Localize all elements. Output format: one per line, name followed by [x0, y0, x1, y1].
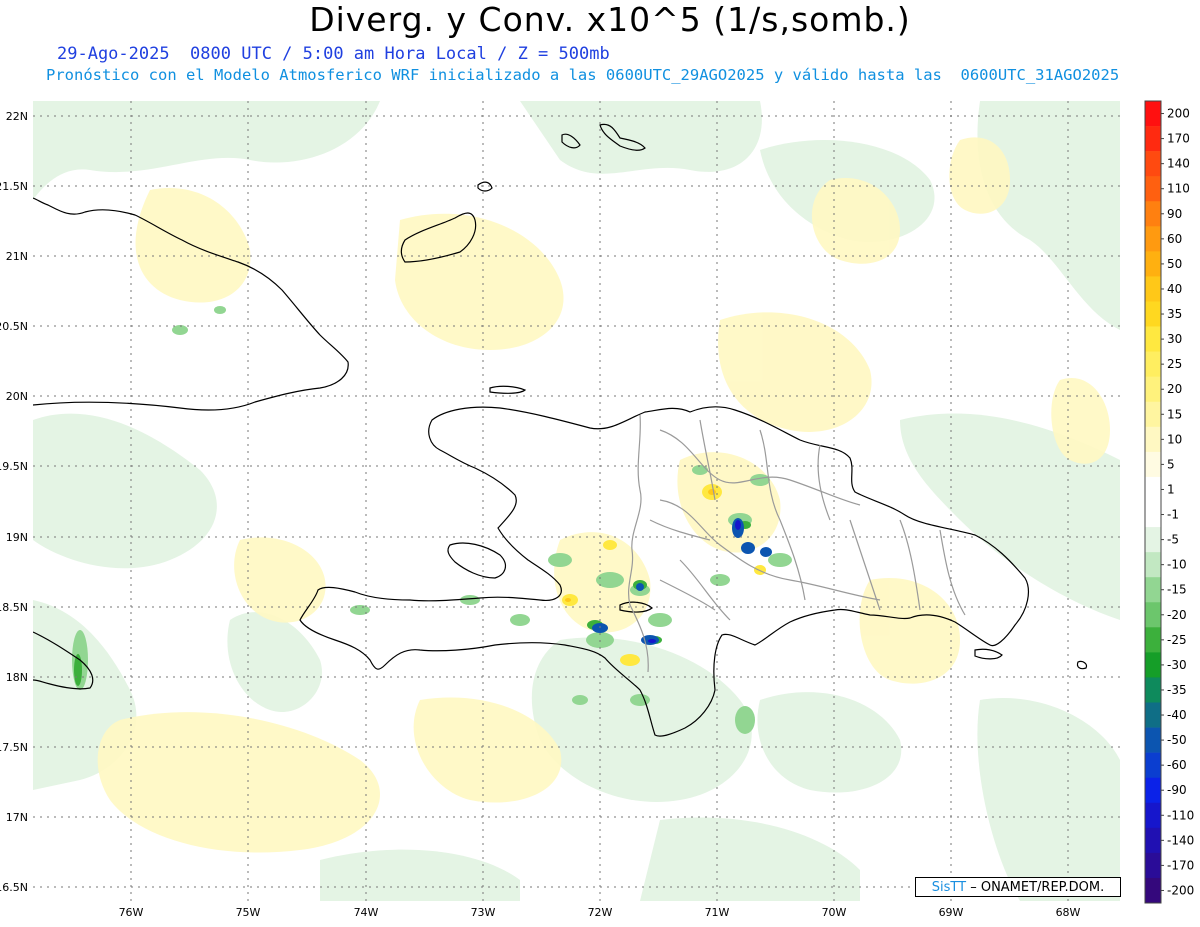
- colorbar-label: 40: [1167, 282, 1182, 296]
- colorbar-label: 30: [1167, 332, 1182, 346]
- lon-label: 73W: [471, 906, 496, 919]
- colorbar-swatch: [1145, 552, 1161, 578]
- lon-label: 75W: [236, 906, 261, 919]
- colorbar-label: -1: [1167, 508, 1179, 522]
- credit-box: SisTT – ONAMET/REP.DOM.: [915, 877, 1121, 897]
- colorbar-label: -5: [1167, 533, 1179, 547]
- colorbar-swatch: [1145, 877, 1161, 904]
- colorbar-swatch: [1145, 502, 1161, 528]
- colorbar-label: 35: [1167, 307, 1182, 321]
- lon-label: 69W: [939, 906, 964, 919]
- colorbar-label: -140: [1167, 833, 1194, 847]
- colorbar-swatch: [1145, 527, 1161, 553]
- colorbar-swatch: [1145, 126, 1161, 152]
- colorbar-swatch: [1145, 727, 1161, 753]
- colorbar-swatch: [1145, 702, 1161, 728]
- colorbar-swatch: [1145, 827, 1161, 854]
- colorbar-label: -110: [1167, 808, 1194, 822]
- colorbar-swatch: [1145, 602, 1161, 628]
- colorbar-swatch: [1145, 326, 1161, 352]
- colorbar-swatch: [1145, 276, 1161, 302]
- lat-label: 22N: [6, 110, 28, 123]
- colorbar-label: -25: [1167, 633, 1187, 647]
- colorbar-swatch: [1145, 777, 1161, 804]
- lat-label: 17N: [6, 811, 28, 824]
- colorbar-label: 15: [1167, 407, 1182, 421]
- colorbar-swatch: [1145, 426, 1161, 453]
- colorbar-swatch: [1145, 852, 1161, 879]
- forecast-map: 22N 21.5N 21N 20.5N 20N 19.5N 19N 18.5N …: [0, 100, 1194, 919]
- colorbar-label: -60: [1167, 758, 1187, 772]
- sistt-logo: SisTT: [931, 880, 967, 895]
- latitude-labels: 22N 21.5N 21N 20.5N 20N 19.5N 19N 18.5N …: [0, 110, 28, 894]
- lat-label: 19N: [6, 531, 28, 544]
- lon-label: 71W: [705, 906, 730, 919]
- colorbar-swatch: [1145, 752, 1161, 778]
- credit-text: – ONAMET/REP.DOM.: [970, 880, 1105, 895]
- lon-label: 72W: [588, 906, 613, 919]
- colorbar-label: -10: [1167, 558, 1187, 572]
- colorbar-label: -20: [1167, 608, 1187, 622]
- colorbar-label: 1: [1167, 482, 1175, 496]
- colorbar-label: -40: [1167, 708, 1187, 722]
- colorbar: 200 170 140 110 90 60 50 40 35 30 25 20 15 10 5 1 -1 -5 -1…: [1144, 100, 1194, 904]
- colorbar-label: -15: [1167, 583, 1187, 597]
- colorbar-swatch: [1145, 476, 1161, 503]
- colorbar-swatch: [1145, 376, 1161, 403]
- colorbar-label: 200: [1167, 107, 1190, 121]
- colorbar-label: 110: [1167, 182, 1190, 196]
- lat-label: 17.5N: [0, 741, 28, 754]
- colorbar-label: 140: [1167, 157, 1190, 171]
- colorbar-swatch: [1145, 251, 1161, 277]
- lat-label: 21.5N: [0, 180, 28, 193]
- colorbar-swatch: [1145, 577, 1161, 603]
- lon-label: 76W: [119, 906, 144, 919]
- colorbar-label: -90: [1167, 783, 1187, 797]
- lat-label: 18.5N: [0, 601, 28, 614]
- longitude-labels: 76W 75W 74W 73W 72W 71W 70W 69W 68W: [119, 906, 1081, 919]
- colorbar-label: 10: [1167, 432, 1182, 446]
- colorbar-label: 50: [1167, 257, 1182, 271]
- colorbar-swatch: [1145, 677, 1161, 703]
- colorbar-label: 5: [1167, 457, 1175, 471]
- lat-label: 21N: [6, 250, 28, 263]
- colorbar-swatch: [1145, 301, 1161, 327]
- colorbar-label: 60: [1167, 232, 1182, 246]
- colorbar-label: 20: [1167, 382, 1182, 396]
- colorbar-label: 25: [1167, 357, 1182, 371]
- colorbar-swatch: [1145, 201, 1161, 227]
- lat-label: 16.5N: [0, 881, 28, 894]
- colorbar-label: -30: [1167, 658, 1187, 672]
- lat-label: 20.5N: [0, 320, 28, 333]
- colorbar-label: 170: [1167, 132, 1190, 146]
- colorbar-swatch: [1145, 401, 1161, 428]
- colorbar-swatch: [1145, 101, 1161, 127]
- lon-label: 74W: [354, 906, 379, 919]
- lon-label: 68W: [1056, 906, 1081, 919]
- colorbar-swatch: [1145, 351, 1161, 377]
- colorbar-label: -35: [1167, 683, 1187, 697]
- colorbar-swatch: [1145, 151, 1161, 177]
- colorbar-swatch: [1145, 176, 1161, 202]
- lat-label: 18N: [6, 671, 28, 684]
- colorbar-swatch: [1145, 652, 1161, 678]
- colorbar-swatch: [1145, 802, 1161, 829]
- lat-label: 20N: [6, 390, 28, 403]
- lat-label: 19.5N: [0, 460, 28, 473]
- colorbar-swatch: [1145, 226, 1161, 252]
- colorbar-swatch: [1145, 627, 1161, 653]
- colorbar-label: -50: [1167, 733, 1187, 747]
- colorbar-swatch: [1145, 451, 1161, 478]
- colorbar-label: -200: [1167, 883, 1194, 897]
- colorbar-label: -170: [1167, 858, 1194, 872]
- colorbar-label: 90: [1167, 207, 1182, 221]
- lon-label: 70W: [822, 906, 847, 919]
